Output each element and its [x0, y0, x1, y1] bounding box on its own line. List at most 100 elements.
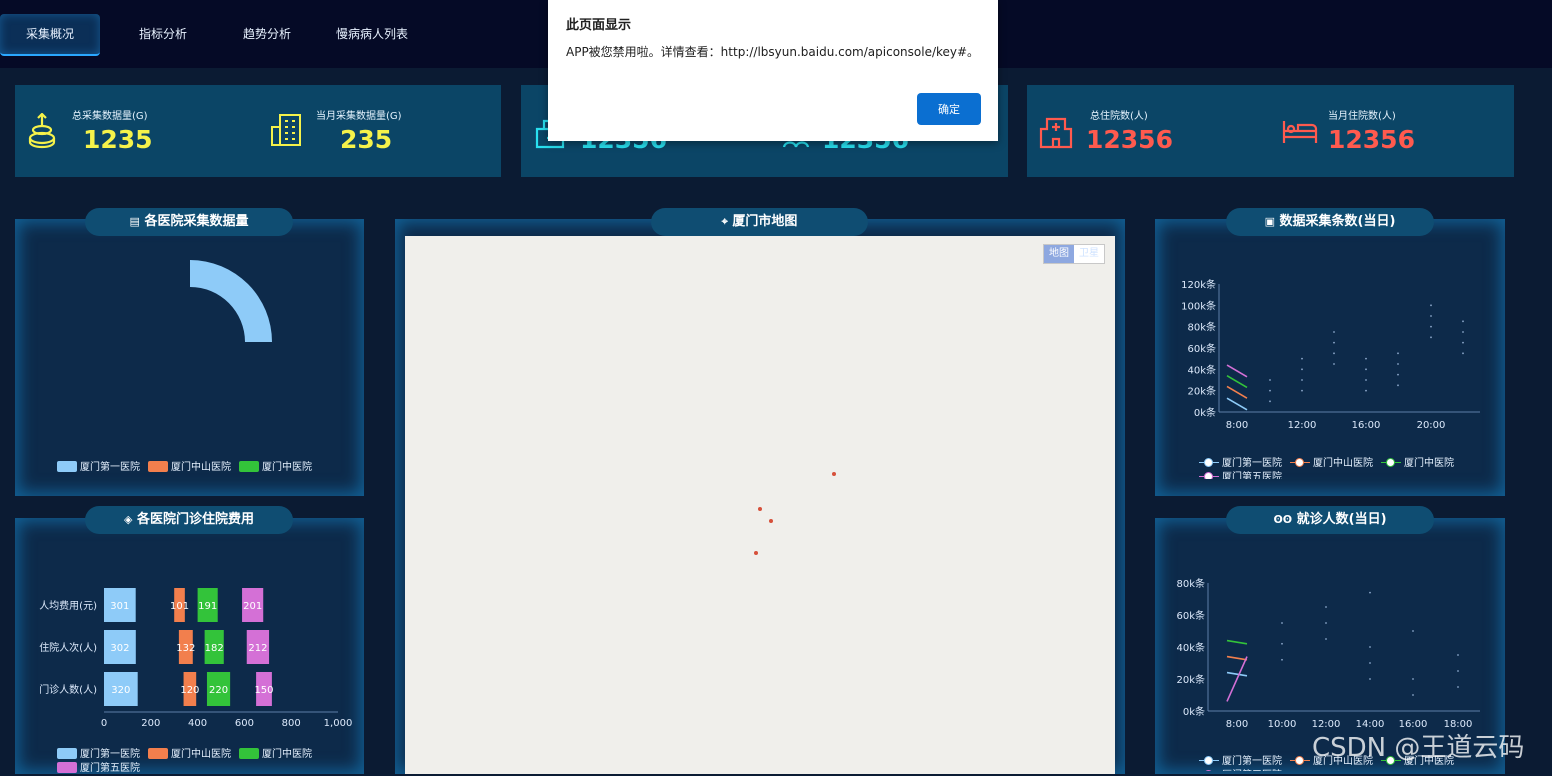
data-point — [1325, 622, 1327, 624]
bar-value-label: 302 — [110, 643, 129, 654]
data-point — [1369, 678, 1371, 680]
data-point — [1301, 379, 1303, 381]
x-tick-label: 200 — [141, 718, 160, 729]
x-tick-label: 0 — [101, 718, 107, 729]
collect-volume-panel: 厦门第一医院 厦门中山医院 厦门中医院 — [15, 219, 364, 496]
bar-value-label: 301 — [110, 601, 129, 612]
records-chart: 0k条 20k条 40k条 60k条 80k条 100k条 120k条 8:00 12:00 16… — [1181, 278, 1480, 431]
visits-title: ʘʘ 就诊人数(当日) — [1226, 506, 1434, 534]
database-icon — [28, 113, 56, 149]
data-point — [1325, 606, 1327, 608]
data-point — [1397, 363, 1399, 365]
y-tick-label: 0k条 — [1183, 705, 1205, 718]
y-tick-label: 80k条 — [1176, 577, 1205, 590]
total-collect-value: 1235 — [83, 125, 153, 154]
category-label: 人均费用(元) — [39, 599, 97, 612]
legend-item[interactable]: 厦门中山医院 — [1290, 457, 1373, 471]
data-point — [1397, 352, 1399, 355]
alert-ok-button[interactable]: 确定 — [917, 93, 981, 125]
collect-volume-title: ▤ 各医院采集数据量 — [85, 208, 293, 236]
tab-trend-analysis[interactable]: 趋势分析 — [222, 14, 312, 54]
map-type-satellite-button[interactable]: 卫星 — [1074, 245, 1104, 263]
data-point — [1281, 622, 1283, 624]
bar-value-label: 120 — [180, 685, 199, 696]
x-tick-label: 400 — [188, 718, 207, 729]
legend-item[interactable]: 厦门第五医院 — [1199, 471, 1282, 479]
data-point — [1301, 389, 1303, 392]
x-tick-label: 8:00 — [1226, 420, 1248, 431]
alert-title: 此页面显示 — [566, 18, 632, 33]
y-tick-label: 20k条 — [1187, 385, 1216, 398]
total-inpatient-label: 总住院数(人) — [1090, 111, 1148, 122]
legend-item[interactable]: 厦门中山医院 — [148, 458, 231, 473]
data-point — [1301, 357, 1303, 360]
legend-item[interactable]: 厦门中医院 — [1381, 457, 1454, 471]
data-point — [1462, 352, 1464, 355]
data-point — [1365, 389, 1367, 392]
series-line-3 — [1226, 375, 1248, 389]
month-collect-label: 当月采集数据量(G) — [316, 111, 402, 122]
month-collect-value: 235 — [340, 125, 393, 154]
data-point — [1369, 591, 1371, 594]
series-line-1 — [1226, 671, 1248, 677]
data-point — [1430, 304, 1432, 307]
data-point — [1333, 341, 1335, 344]
data-point — [1397, 373, 1399, 376]
y-tick-label: 100k条 — [1181, 299, 1216, 312]
cost-panel: 0 200 400 600 800 1,000 人均费用(元) 住院人次(人) 门诊人数(人) 3… — [15, 518, 364, 774]
cost-chart: 0 200 400 600 800 1,000 人均费用(元) 住院人次(人) 门诊人数(人) 3… — [39, 588, 353, 729]
legend-item[interactable]: 厦门中医院 — [239, 458, 312, 473]
map-type-map-button[interactable]: 地图 — [1044, 245, 1074, 263]
series-line-2 — [1226, 655, 1248, 661]
x-tick-label: 10:00 — [1268, 719, 1297, 730]
bar-value-label: 182 — [205, 643, 224, 654]
bar-value-label: 220 — [209, 685, 228, 696]
month-inpatient-label: 当月住院数(人) — [1328, 111, 1396, 122]
y-tick-label: 40k条 — [1176, 641, 1205, 654]
map-canvas[interactable]: 地图 卫星 — [405, 236, 1115, 774]
y-tick-label: 80k条 — [1187, 321, 1216, 334]
legend-item[interactable]: 厦门中山医院 — [148, 748, 231, 762]
data-point — [1397, 384, 1399, 387]
data-point — [1430, 336, 1432, 339]
legend-item[interactable]: 厦门第一医院 — [57, 748, 140, 762]
legend-item[interactable]: 厦门中医院 — [239, 748, 312, 762]
series-line-4 — [1226, 364, 1248, 378]
data-point — [1457, 686, 1459, 688]
data-point — [1462, 341, 1464, 344]
tab-collect-overview[interactable]: 采集概况 — [0, 14, 100, 56]
watermark: CSDN @王道云码 — [1312, 733, 1525, 763]
series-line-4 — [1226, 656, 1248, 702]
data-point — [1462, 320, 1464, 323]
data-point — [1412, 630, 1414, 632]
x-tick-label: 8:00 — [1226, 719, 1248, 730]
series-line-1 — [1226, 397, 1248, 411]
legend-item[interactable]: 厦门第一医院 — [1199, 457, 1282, 471]
map-marker[interactable] — [769, 519, 773, 523]
compass-icon: ◈ — [123, 513, 133, 526]
x-tick-label: 1,000 — [324, 718, 353, 729]
data-point — [1412, 694, 1414, 696]
data-point — [1301, 368, 1303, 371]
tab-chronic-patient-list[interactable]: 慢病病人列表 — [326, 14, 418, 54]
collect-volume-chart — [190, 260, 272, 342]
bar-value-label: 320 — [111, 685, 130, 696]
tab-indicator-analysis[interactable]: 指标分析 — [118, 14, 208, 54]
map-marker[interactable] — [758, 507, 762, 511]
collect-volume-legend: 厦门第一医院 厦门中山医院 厦门中医院 — [57, 458, 320, 473]
x-tick-label: 600 — [235, 718, 254, 729]
cost-title: ◈ 各医院门诊住院费用 — [85, 506, 293, 534]
bed-icon — [1282, 121, 1318, 143]
data-point — [1369, 646, 1371, 648]
records-title: ▣ 数据采集条数(当日) — [1226, 208, 1434, 236]
data-point — [1365, 379, 1367, 381]
legend-item[interactable]: 厦门第一医院 — [57, 458, 140, 473]
legend-item[interactable]: 厦门第一医院 — [1199, 755, 1282, 769]
people-icon: ʘʘ — [1273, 513, 1293, 526]
map-marker[interactable] — [832, 472, 836, 476]
series-line-3 — [1226, 639, 1248, 645]
bar-value-label: 191 — [198, 601, 217, 612]
map-marker[interactable] — [754, 551, 758, 555]
legend-item[interactable]: 厦门第五医院 — [1199, 769, 1282, 771]
series-line-2 — [1226, 385, 1248, 399]
